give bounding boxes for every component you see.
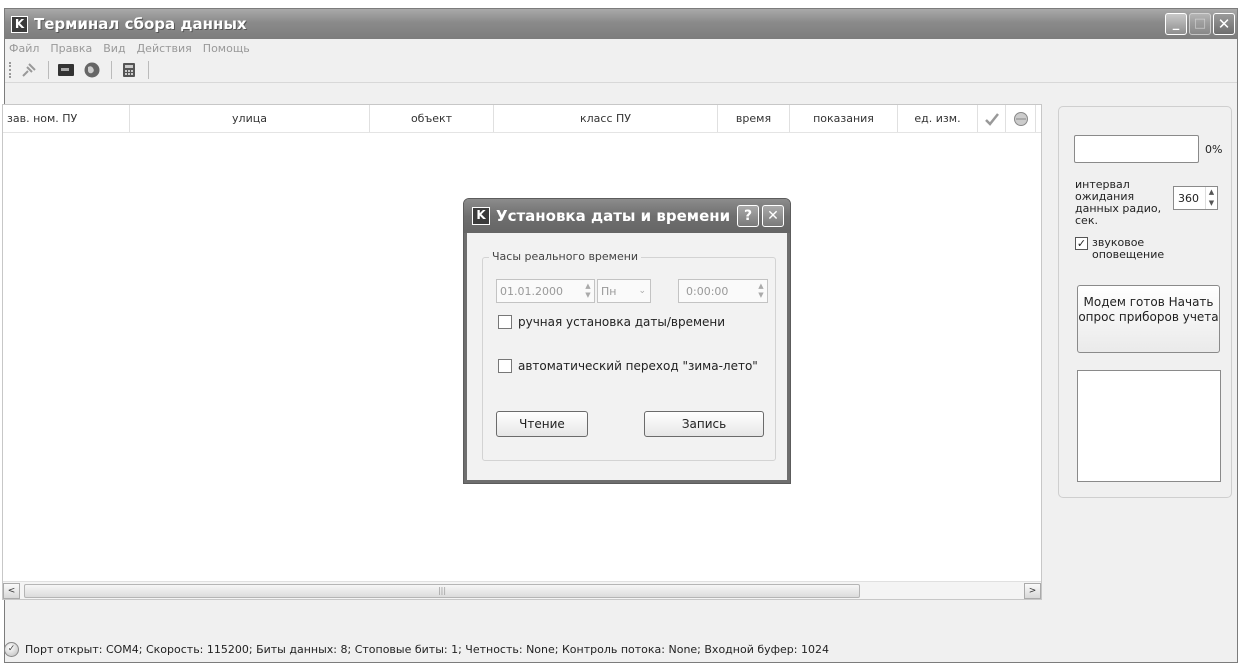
sound-option[interactable]: ✓ звуковое оповещение [1075,237,1172,261]
menu-view[interactable]: Вид [103,42,125,55]
column-header-object[interactable]: объект [370,105,494,132]
time-up-icon[interactable]: ▲ [755,282,767,291]
toolbar-separator [148,60,149,79]
column-header-check[interactable] [978,105,1006,132]
manual-datetime-checkbox[interactable] [498,315,512,329]
sound-label: звуковое оповещение [1092,236,1165,261]
dialog-logo-icon: K [472,207,490,225]
status-circle-icon [1013,111,1028,126]
start-poll-button[interactable]: Модем готов Начать опрос приборов учета [1077,285,1220,353]
checkmark-icon [984,112,999,126]
column-header-unit[interactable]: ед. изм. [898,105,978,132]
spin-down-icon[interactable]: ▼ [1206,198,1217,209]
auto-dst-option[interactable]: автоматический переход "зима-лето" [498,359,758,373]
column-header-serial[interactable]: зав. ном. ПУ [3,105,130,132]
sound-checkbox[interactable]: ✓ [1075,237,1088,250]
scroll-right-button[interactable]: > [1024,582,1041,599]
terminal-icon [58,63,74,76]
app-logo-icon: K [11,15,28,33]
dialog-close-button[interactable]: ✕ [762,205,784,227]
weekday-select[interactable]: Пн ⌄ [597,279,651,303]
scroll-thumb[interactable]: ||| [24,583,860,598]
column-header-readings[interactable]: показания [790,105,898,132]
globe-button[interactable] [80,59,104,81]
auto-dst-checkbox[interactable] [498,359,512,373]
write-button[interactable]: Запись [644,411,764,437]
plug-icon [22,62,36,77]
dialog-help-button[interactable]: ? [737,205,759,227]
dialog-title: Установка даты и времени [496,207,731,225]
datetime-dialog: K Установка даты и времени ? ✕ Часы реал… [463,198,791,484]
progress-bar [1074,135,1199,163]
progress-percent: 0% [1205,143,1223,156]
weekday-value: Пн [601,284,617,298]
minimize-button[interactable]: _ [1165,13,1187,35]
status-bar: ✓ Порт открыт: COM4; Скорость: 115200; Б… [4,638,829,660]
date-value: 01.01.2000 [500,284,563,298]
calculator-icon [123,62,135,77]
menu-file[interactable]: Файл [9,42,39,55]
window-title: Терминал сбора данных [34,15,247,33]
dialog-title-bar[interactable]: K Установка даты и времени ? ✕ [464,199,790,233]
chevron-down-icon: ⌄ [638,286,646,296]
column-header-status[interactable] [1006,105,1036,132]
status-text: Порт открыт: COM4; Скорость: 115200; Бит… [25,642,829,656]
maximize-button[interactable]: □ [1189,13,1211,35]
horizontal-scrollbar[interactable]: < ||| > [3,581,1041,599]
dialog-body: Часы реального времени 01.01.2000 ▲ ▼ Пн … [468,233,786,479]
manual-datetime-label: ручная установка даты/времени [518,315,726,329]
column-header-street[interactable]: улица [130,105,370,132]
interval-label: интервал ожидания данных радио, сек. [1075,178,1162,227]
column-header-class[interactable]: класс ПУ [494,105,718,132]
title-bar[interactable]: K Терминал сбора данных _ □ ✕ [5,9,1237,39]
time-value: 0:00:00 [686,284,729,298]
scroll-left-button[interactable]: < [3,582,20,599]
toolbar-grip[interactable] [9,61,13,78]
spin-up-icon[interactable]: ▲ [1206,187,1217,198]
interval-spinner[interactable]: 360 ▲ ▼ [1173,186,1218,210]
side-panel: 0% интервал ожидания данных радио, сек. … [1058,106,1232,498]
menu-help[interactable]: Помощь [203,42,250,55]
close-button[interactable]: ✕ [1213,13,1235,35]
connect-button[interactable] [17,59,41,81]
auto-dst-label: автоматический переход "зима-лето" [518,359,758,373]
menu-actions[interactable]: Действия [137,42,192,55]
date-down-icon[interactable]: ▼ [582,291,594,300]
read-button[interactable]: Чтение [496,411,588,437]
menu-edit[interactable]: Правка [50,42,92,55]
time-field[interactable]: 0:00:00 ▲ ▼ [678,279,768,303]
menu-bar: Файл Правка Вид Действия Помощь [5,39,1237,57]
table-header: зав. ном. ПУ улица объект класс ПУ время… [3,105,1041,133]
time-down-icon[interactable]: ▼ [755,291,767,300]
log-box[interactable] [1077,370,1221,482]
date-up-icon[interactable]: ▲ [582,282,594,291]
interval-value: 360 [1178,191,1199,205]
terminal-button[interactable] [54,59,78,81]
toolbar-separator [48,60,49,79]
port-status-icon: ✓ [4,641,19,657]
date-field[interactable]: 01.01.2000 ▲ ▼ [496,279,595,303]
globe-icon [84,62,100,77]
rtc-group-title: Часы реального времени [489,250,642,263]
calculator-button[interactable] [117,59,141,81]
toolbar [5,57,1237,83]
column-header-time[interactable]: время [718,105,790,132]
toolbar-separator [111,60,112,79]
manual-datetime-option[interactable]: ручная установка даты/времени [498,315,725,329]
